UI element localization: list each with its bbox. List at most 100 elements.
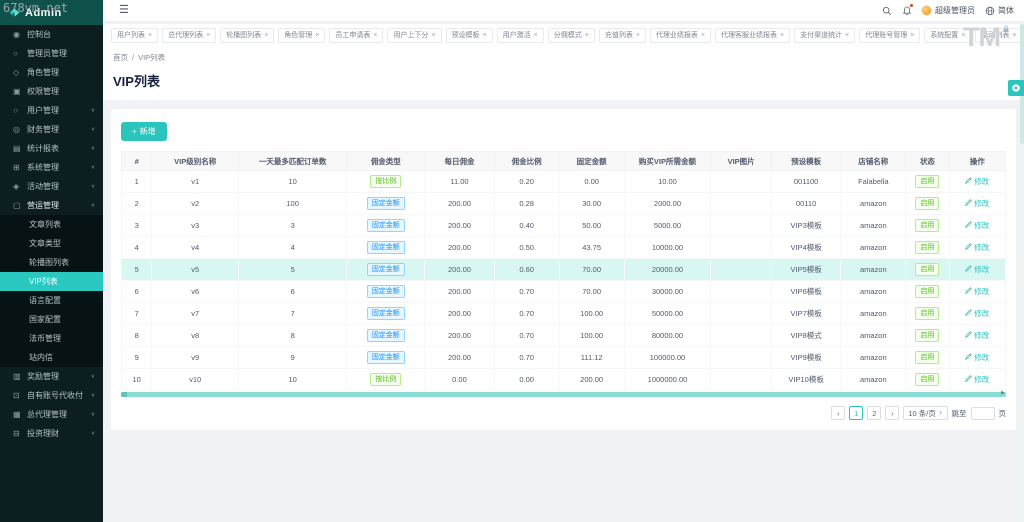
jump-page-input[interactable] xyxy=(971,407,995,420)
tab-close-icon[interactable]: × xyxy=(845,32,849,39)
tab-close-icon[interactable]: × xyxy=(780,32,784,39)
tab-活动列表[interactable]: 活动列表× xyxy=(975,28,1022,43)
tab-close-icon[interactable]: × xyxy=(910,32,914,39)
edit-button[interactable]: 修改 xyxy=(965,176,989,187)
tab-用户上下分[interactable]: 用户上下分× xyxy=(387,28,441,43)
sidebar-item-label: 总代理管理 xyxy=(27,409,67,420)
breadcrumb-home[interactable]: 首页 xyxy=(113,52,128,63)
notification-bell-icon[interactable] xyxy=(901,5,912,16)
tab-分佣模式[interactable]: 分佣模式× xyxy=(548,28,595,43)
sidebar-item-vip-list[interactable]: VIP列表 xyxy=(0,272,103,291)
tab-label: 充值列表 xyxy=(605,30,633,40)
pagination-prev-button[interactable]: ‹ xyxy=(831,406,845,420)
cell-max-orders: 6 xyxy=(238,281,346,303)
sidebar-item-own-account[interactable]: ⊡自有账号代收付∨ xyxy=(0,386,103,405)
tab-代理业绩报表[interactable]: 代理业绩报表× xyxy=(650,28,711,43)
tab-close-icon[interactable]: × xyxy=(701,32,705,39)
horizontal-scrollbar[interactable]: ▶ xyxy=(121,392,1006,397)
edit-button[interactable]: 修改 xyxy=(965,286,989,297)
tab-close-icon[interactable]: × xyxy=(373,32,377,39)
pagination-next-button[interactable]: › xyxy=(885,406,899,420)
cell-shop-name: amazon xyxy=(841,259,906,281)
sidebar-item-article-type[interactable]: 文章类型 xyxy=(0,234,103,253)
tab-系统配置[interactable]: 系统配置× xyxy=(924,28,971,43)
edit-button[interactable]: 修改 xyxy=(965,352,989,363)
cell-action: 修改 xyxy=(949,369,1005,391)
sidebar-item-roles[interactable]: ◇角色管理 xyxy=(0,63,103,82)
sidebar-item-article-list[interactable]: 文章列表 xyxy=(0,215,103,234)
pagination-page-1[interactable]: 1 xyxy=(849,406,863,420)
globe-icon xyxy=(984,5,995,16)
sidebar-item-invest[interactable]: ⊟投资理财∨ xyxy=(0,424,103,443)
tab-角色管理[interactable]: 角色管理× xyxy=(278,28,325,43)
tab-预设模板[interactable]: 预设模板× xyxy=(446,28,493,43)
sidebar-item-console[interactable]: ◉控制台 xyxy=(0,25,103,44)
sidebar-item-finance[interactable]: ◎财务管理∨ xyxy=(0,120,103,139)
sidebar-item-banner-list[interactable]: 轮播图列表 xyxy=(0,253,103,272)
tab-close-icon[interactable]: × xyxy=(1012,32,1016,39)
sidebar-item-operation[interactable]: ▢营运管理∧ xyxy=(0,196,103,215)
vertical-scrollbar[interactable] xyxy=(1020,24,1024,522)
tab-close-icon[interactable]: × xyxy=(483,32,487,39)
scrollbar-thumb[interactable] xyxy=(121,392,127,397)
sidebar-item-reports[interactable]: ▤统计报表∨ xyxy=(0,139,103,158)
tab-代理账号管理[interactable]: 代理账号管理× xyxy=(859,28,920,43)
add-button[interactable]: + 新增 xyxy=(121,122,167,141)
cell-vip-price: 20000.00 xyxy=(624,259,711,281)
plus-icon: + xyxy=(132,127,137,136)
sidebar-item-currency[interactable]: 法币管理 xyxy=(0,329,103,348)
cell-max-orders: 3 xyxy=(238,215,346,237)
sidebar-item-general-agent[interactable]: ▦总代理管理∨ xyxy=(0,405,103,424)
cell-fixed-amount: 43.75 xyxy=(559,237,624,259)
tab-充值列表[interactable]: 充值列表× xyxy=(599,28,646,43)
tab-close-icon[interactable]: × xyxy=(264,32,268,39)
tab-close-icon[interactable]: × xyxy=(431,32,435,39)
pencil-icon xyxy=(965,353,972,362)
vip-table: #VIP级别名称一天最多匹配订单数佣金类型每日佣金佣金比例固定金额购买VIP所需… xyxy=(121,151,1006,391)
sidebar-item-admins[interactable]: ○管理员管理 xyxy=(0,44,103,63)
edit-button[interactable]: 修改 xyxy=(965,308,989,319)
logo[interactable]: Admin xyxy=(0,0,103,25)
sidebar-item-site-message[interactable]: 站内信 xyxy=(0,348,103,367)
tab-label: 活动列表 xyxy=(981,30,1009,40)
language-switcher[interactable]: 简体 xyxy=(984,5,1014,16)
tab-close-icon[interactable]: × xyxy=(148,32,152,39)
tab-close-icon[interactable]: × xyxy=(585,32,589,39)
tab-用户列表[interactable]: 用户列表× xyxy=(111,28,158,43)
search-icon[interactable] xyxy=(881,5,892,16)
tab-bar: 用户列表× 总代理列表× 轮播图列表× 角色管理× 员工申请表× 用户上下分× 预设模板× 用… xyxy=(103,24,1024,46)
edit-button[interactable]: 修改 xyxy=(965,330,989,341)
tab-支付渠道统计[interactable]: 支付渠道统计× xyxy=(794,28,855,43)
tab-close-icon[interactable]: × xyxy=(534,32,538,39)
edit-button[interactable]: 修改 xyxy=(965,374,989,385)
sidebar-item-label: 自有账号代收付 xyxy=(27,390,83,401)
edit-button[interactable]: 修改 xyxy=(965,198,989,209)
sidebar-item-permissions[interactable]: ▣权限管理 xyxy=(0,82,103,101)
tab-close-icon[interactable]: × xyxy=(636,32,640,39)
hamburger-icon[interactable]: ☰ xyxy=(119,5,129,16)
tab-轮播图列表[interactable]: 轮播图列表× xyxy=(220,28,274,43)
tab-员工申请表[interactable]: 员工申请表× xyxy=(329,28,383,43)
tab-close-icon[interactable]: × xyxy=(961,32,965,39)
edit-button[interactable]: 修改 xyxy=(965,242,989,253)
tab-总代理列表[interactable]: 总代理列表× xyxy=(162,28,216,43)
sidebar-item-country-config[interactable]: 国家配置 xyxy=(0,310,103,329)
cell-vip-image xyxy=(711,215,772,237)
tab-代理客服业绩报表[interactable]: 代理客服业绩报表× xyxy=(715,28,790,43)
user-menu[interactable]: 超级管理员 xyxy=(921,5,975,16)
sidebar-item-users[interactable]: ○用户管理∨ xyxy=(0,101,103,120)
tab-close-icon[interactable]: × xyxy=(206,32,210,39)
scroll-right-arrow-icon[interactable]: ▶ xyxy=(1001,390,1005,396)
sidebar-item-system[interactable]: ⊞系统管理∨ xyxy=(0,158,103,177)
edit-button[interactable]: 修改 xyxy=(965,264,989,275)
tab-用户激活[interactable]: 用户激活× xyxy=(497,28,544,43)
sidebar-item-language-config[interactable]: 语言配置 xyxy=(0,291,103,310)
pagination-page-2[interactable]: 2 xyxy=(867,406,881,420)
sidebar-item-reward[interactable]: ▥奖励管理∨ xyxy=(0,367,103,386)
page-size-select[interactable]: 10 条/页 ∨ xyxy=(903,406,947,420)
cell-index: 2 xyxy=(122,193,152,215)
settings-gear-button[interactable] xyxy=(1008,80,1024,96)
sidebar-item-activity[interactable]: ◈活动管理∨ xyxy=(0,177,103,196)
edit-button[interactable]: 修改 xyxy=(965,220,989,231)
tab-close-icon[interactable]: × xyxy=(315,32,319,39)
